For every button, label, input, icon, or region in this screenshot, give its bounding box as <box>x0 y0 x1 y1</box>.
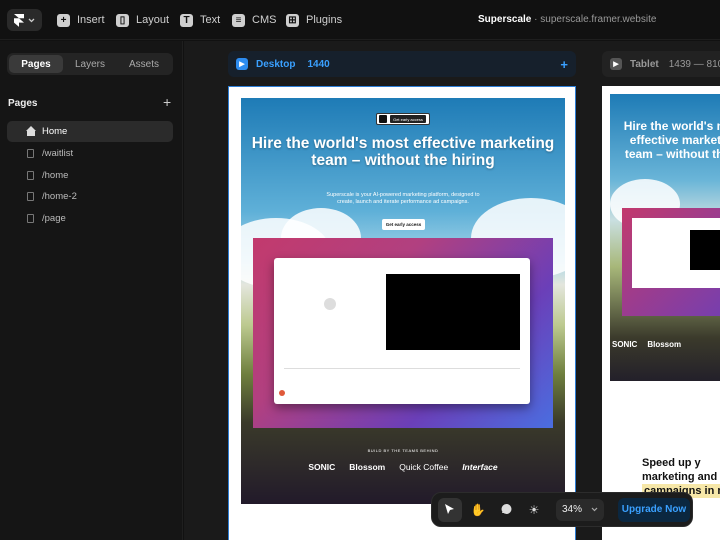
cms-button[interactable]: ≡ CMS <box>232 12 276 28</box>
page-item-home[interactable]: Home <box>7 121 173 142</box>
hero-cta-button[interactable]: Get early access <box>382 219 425 230</box>
insert-button[interactable]: + Insert <box>57 12 105 28</box>
desktop-frame[interactable]: Get early access Hire the world's most e… <box>228 86 576 540</box>
left-sidebar: Pages Layers Assets Pages + Home /waitli… <box>0 41 183 540</box>
project-title[interactable]: Superscale · superscale.framer.website <box>478 14 656 25</box>
tablet-hero-section[interactable]: Hire the world's most effective marketin… <box>610 94 720 381</box>
pointer-tool[interactable] <box>438 497 462 522</box>
text-button[interactable]: T Text <box>180 12 220 28</box>
hand-tool[interactable]: ✋ <box>466 498 490 522</box>
upgrade-button[interactable]: Upgrade Now <box>618 497 690 522</box>
tablet-app-preview <box>622 208 720 316</box>
page-item-page[interactable]: /page <box>7 208 173 229</box>
sidebar-tabs: Pages Layers Assets <box>7 53 173 75</box>
plugins-button[interactable]: ⊞ Plugins <box>286 12 342 28</box>
tablet-breakpoint-label[interactable]: ▶ Tablet 1439 — 810 <box>602 51 720 77</box>
logo-icon <box>379 115 387 123</box>
design-canvas[interactable]: ▶ Desktop 1440 + ▶ Tablet 1439 — 810 Get… <box>184 41 720 540</box>
page-item-waitlist[interactable]: /waitlist <box>7 143 173 164</box>
plus-icon: + <box>57 13 70 27</box>
layout-icon: ▯ <box>116 13 129 27</box>
video-preview <box>386 274 520 350</box>
tablet-brand-logos: SONIC Blossom <box>612 340 682 349</box>
text-icon: T <box>180 13 193 27</box>
comment-icon <box>501 504 511 514</box>
add-breakpoint-icon[interactable]: + <box>560 57 568 72</box>
layout-button[interactable]: ▯ Layout <box>116 12 169 28</box>
tablet-hero-title: Hire the world's most effective marketin… <box>623 119 720 161</box>
top-toolbar: + Insert ▯ Layout T Text ≡ CMS ⊞ Plugins Supe… <box>0 0 720 40</box>
page-item-home-path[interactable]: /home <box>7 165 173 186</box>
framer-menu-button[interactable] <box>7 9 42 31</box>
page-icon <box>27 149 34 158</box>
brand-logos: SONIC Blossom Quick Coffee Interface <box>241 462 565 472</box>
tab-assets[interactable]: Assets <box>117 55 171 73</box>
pages-heading: Pages <box>8 98 38 109</box>
sun-icon: ☀ <box>528 502 540 517</box>
avatar <box>324 298 336 310</box>
plugins-icon: ⊞ <box>286 13 299 27</box>
page-icon <box>27 214 34 223</box>
brand-logo: Interface <box>462 462 498 472</box>
hero-title: Hire the world's most effective marketin… <box>251 135 555 169</box>
tab-layers[interactable]: Layers <box>63 55 117 73</box>
hero-subtitle: Superscale is your AI-powered marketing … <box>326 192 480 205</box>
canvas-toolbar: ✋ ☀ 34% Upgrade Now <box>431 492 693 527</box>
zoom-select[interactable]: 34% <box>556 498 604 521</box>
hand-icon: ✋ <box>470 502 486 517</box>
add-page-button[interactable]: + <box>163 94 171 110</box>
desktop-breakpoint-label[interactable]: ▶ Desktop 1440 + <box>228 51 576 77</box>
tab-pages[interactable]: Pages <box>9 55 63 73</box>
brand-logo: Blossom <box>349 462 386 472</box>
page-item-home-2[interactable]: /home-2 <box>7 186 173 207</box>
page-icon <box>27 171 34 180</box>
built-by-label: BUILD BY THE TEAMS BEHIND <box>367 448 439 453</box>
hero-badge[interactable]: Get early access <box>376 113 430 125</box>
cursor-icon <box>445 504 454 514</box>
tablet-frame[interactable]: Hire the world's most effective marketin… <box>602 86 720 540</box>
app-preview-window <box>274 258 530 404</box>
chevron-down-icon <box>591 507 598 512</box>
database-icon: ≡ <box>232 13 245 27</box>
brand-logo: Quick Coffee <box>399 462 449 472</box>
play-icon: ▶ <box>236 58 248 70</box>
framer-logo-icon <box>14 13 24 27</box>
comment-tool[interactable] <box>494 498 518 522</box>
chevron-down-icon <box>28 18 35 22</box>
brand-logo: SONIC <box>308 462 336 472</box>
page-icon <box>27 192 34 201</box>
hero-section[interactable]: Get early access Hire the world's most e… <box>241 98 565 504</box>
play-icon: ▶ <box>610 58 622 70</box>
theme-toggle[interactable]: ☀ <box>522 498 546 522</box>
